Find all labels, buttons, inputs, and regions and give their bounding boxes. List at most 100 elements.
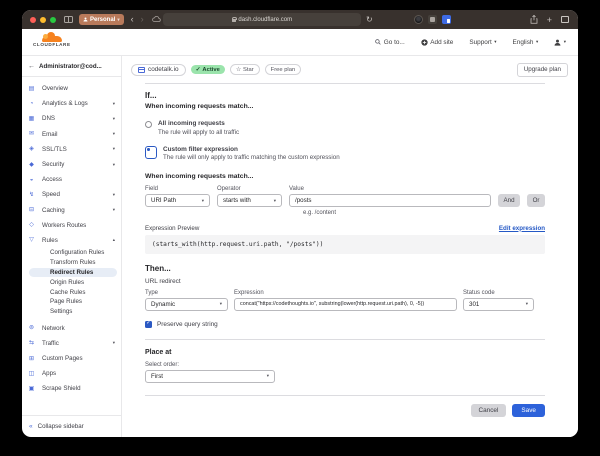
language-menu[interactable]: English ▾ <box>513 39 539 46</box>
extension-screenshot-icon[interactable] <box>428 15 437 24</box>
sidebar-item-analytics-logs[interactable]: ◔Analytics & Logs▾ <box>22 96 121 111</box>
chevron-down-icon: ▾ <box>220 301 222 307</box>
status-code-select[interactable]: 301 ▾ <box>463 298 534 311</box>
logo-text: CLOUDFLARE <box>33 43 71 48</box>
redirect-expression-input[interactable] <box>234 298 457 311</box>
sidebar-item-label: Workers Routes <box>42 222 86 229</box>
chevron-down-icon: ▾ <box>536 39 538 45</box>
sidebar-item-custom-pages[interactable]: ⊞Custom Pages <box>22 351 121 366</box>
close-window-button[interactable] <box>30 17 36 23</box>
chevron-down-icon: ▾ <box>526 301 528 307</box>
star-button[interactable]: ☆ Star <box>230 64 260 75</box>
sidebar-item-rules[interactable]: ▽Rules▴ <box>22 233 121 248</box>
sidebar-item-dns[interactable]: ▦DNS▾ <box>22 111 121 126</box>
address-bar[interactable]: dash.cloudflare.com <box>163 13 361 26</box>
redirect-expression-label: Expression <box>234 290 457 296</box>
radio-custom-expression[interactable]: Custom filter expression The rule will o… <box>145 146 545 162</box>
new-tab-button[interactable]: + <box>547 15 552 25</box>
sidebar-item-label: Traffic <box>42 340 59 347</box>
access-icon: ◒ <box>28 177 35 183</box>
minimize-window-button[interactable] <box>40 17 46 23</box>
add-site-button[interactable]: Add site <box>421 39 454 46</box>
cancel-button[interactable]: Cancel <box>471 404 507 417</box>
order-select[interactable]: First ▾ <box>145 370 275 383</box>
sidebar-item-access[interactable]: ◒Access <box>22 172 121 187</box>
or-button[interactable]: Or <box>527 194 545 207</box>
sidebar-item-overview[interactable]: ▤Overview <box>22 81 121 96</box>
share-icon[interactable] <box>530 15 538 24</box>
type-select[interactable]: Dynamic ▾ <box>145 298 228 311</box>
edit-expression-link[interactable]: Edit expression <box>499 225 545 232</box>
sidebar-item-workers-routes[interactable]: ◇Workers Routes <box>22 218 121 233</box>
sidebar-item-security[interactable]: ◆Security▾ <box>22 157 121 172</box>
sidebar-item-speed[interactable]: ↯Speed▾ <box>22 187 121 202</box>
email-icon: ✉ <box>28 131 35 137</box>
network-icon: ⊚ <box>28 325 35 331</box>
field-select[interactable]: URI Path ▾ <box>145 194 210 207</box>
operator-select[interactable]: starts with ▾ <box>217 194 282 207</box>
tab-overview-icon[interactable] <box>561 16 569 23</box>
sidebar-item-origin-rules[interactable]: Origin Rules <box>29 277 117 287</box>
chevron-down-icon: ▾ <box>113 192 115 198</box>
chevron-down-icon: ▾ <box>117 17 119 23</box>
save-button[interactable]: Save <box>512 404 545 417</box>
back-arrow-icon: ← <box>28 63 35 70</box>
custom-pages-icon: ⊞ <box>28 356 35 362</box>
radio-all-incoming[interactable]: All incoming requests The rule will appl… <box>145 120 545 136</box>
profile-button[interactable]: Personal ▾ <box>79 14 124 25</box>
account-header[interactable]: ← Administrator@cod... <box>22 56 121 77</box>
back-button[interactable]: ‹ <box>131 15 134 24</box>
refresh-icon[interactable]: ↻ <box>366 13 373 26</box>
match-heading: When incoming requests match... <box>145 103 545 110</box>
and-button[interactable]: And <box>498 194 520 207</box>
support-menu[interactable]: Support ▾ <box>469 39 496 46</box>
overview-icon: ▤ <box>28 86 35 92</box>
sidebar-item-redirect-rules[interactable]: Redirect Rules <box>29 268 117 278</box>
apps-icon: ◫ <box>28 371 35 377</box>
sidebar-toggle-icon[interactable] <box>64 16 73 23</box>
checkbox-checked-icon[interactable]: ✓ <box>145 321 152 328</box>
chevron-down-icon: ▾ <box>113 131 115 137</box>
sidebar-item-label: Page Rules <box>50 298 82 305</box>
sidebar-item-transform-rules[interactable]: Transform Rules <box>29 258 117 268</box>
upgrade-plan-button[interactable]: Upgrade plan <box>517 63 568 77</box>
sidebar-item-label: DNS <box>42 115 55 122</box>
chevron-down-icon: ▾ <box>113 101 115 107</box>
person-icon <box>83 17 88 22</box>
cloud-icon <box>42 36 62 42</box>
extension-privacy-icon[interactable] <box>414 15 423 24</box>
sidebar-item-page-rules[interactable]: Page Rules <box>29 297 117 307</box>
sidebar-item-network[interactable]: ⊚Network <box>22 321 121 336</box>
domain-pill[interactable]: codetalk.io <box>131 64 186 76</box>
goto-search[interactable]: Go to... <box>375 39 404 46</box>
sidebar-nav: ▤Overview◔Analytics & Logs▾▦DNS▾✉Email▾◈… <box>22 77 121 415</box>
zoom-window-button[interactable] <box>50 17 56 23</box>
sidebar-item-label: Redirect Rules <box>50 269 93 276</box>
chevron-up-icon: ▴ <box>113 237 115 243</box>
status-code-label: Status code <box>463 290 534 296</box>
downloads-icon[interactable] <box>152 16 161 24</box>
security-icon: ◆ <box>28 162 35 168</box>
sidebar-item-cache-rules[interactable]: Cache Rules <box>29 287 117 297</box>
sidebar-item-traffic[interactable]: ⇆Traffic▾ <box>22 336 121 351</box>
sidebar-item-caching[interactable]: ⊟Caching▾ <box>22 203 121 218</box>
person-icon <box>554 39 561 46</box>
sidebar-item-configuration-rules[interactable]: Configuration Rules <box>29 248 117 258</box>
chevron-down-icon: ▾ <box>274 198 276 204</box>
check-icon: ✓ <box>196 67 201 73</box>
sidebar-item-settings[interactable]: Settings <box>29 307 117 317</box>
sidebar-item-scrape-shield[interactable]: ▣Scrape Shield <box>22 381 121 396</box>
sidebar-item-apps[interactable]: ◫Apps <box>22 366 121 381</box>
account-menu[interactable]: ▾ <box>554 39 566 46</box>
extension-password-manager-icon[interactable] <box>442 15 451 24</box>
radio-icon[interactable] <box>145 121 152 128</box>
radio-selected-icon[interactable] <box>145 146 157 159</box>
value-input[interactable] <box>289 194 491 207</box>
cloudflare-logo[interactable]: CLOUDFLARE <box>33 36 71 48</box>
divider <box>145 395 545 396</box>
forward-button[interactable]: › <box>141 15 144 24</box>
collapse-sidebar-button[interactable]: « Collapse sidebar <box>22 415 121 437</box>
sidebar-item-ssl-tls[interactable]: ◈SSL/TLS▾ <box>22 142 121 157</box>
preserve-query-checkbox-row[interactable]: ✓ Preserve query string <box>145 321 545 328</box>
sidebar-item-email[interactable]: ✉Email▾ <box>22 127 121 142</box>
